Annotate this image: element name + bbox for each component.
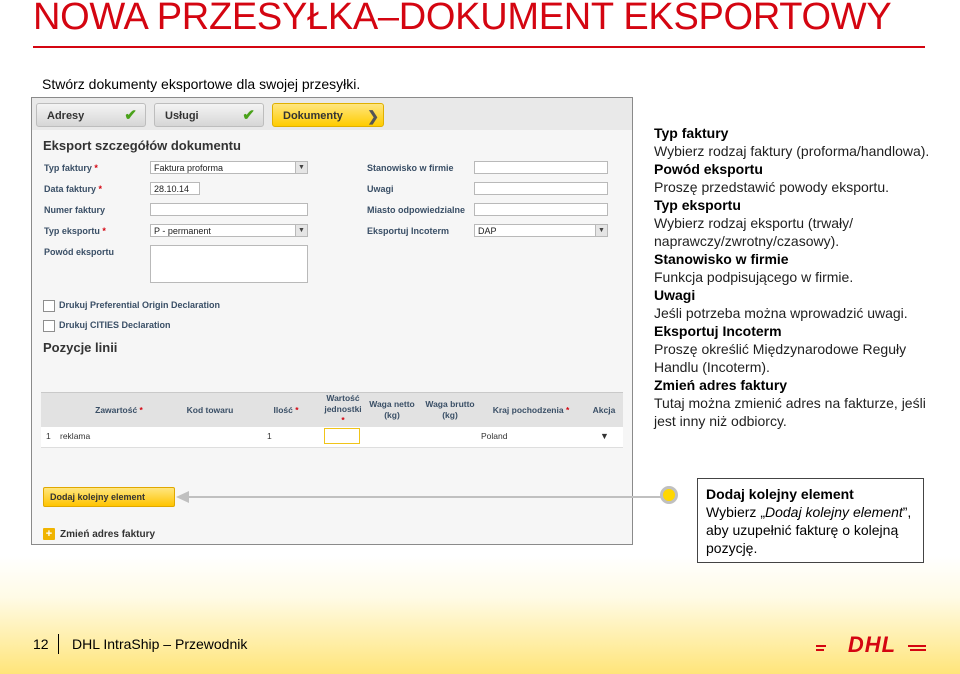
col-header-country: Kraj pochodzenia *: [492, 405, 570, 415]
cities-declaration-checkbox[interactable]: [43, 320, 55, 332]
callout-arrow-icon: [176, 491, 189, 503]
field-label-incoterm: Eksportuj Incoterm: [367, 226, 450, 236]
tab-label: Usługi: [165, 110, 199, 122]
desc-term: Zmień adres faktury: [654, 377, 788, 393]
desc-text: Wybierz rodzaj eksportu (trwały/ naprawc…: [654, 215, 854, 249]
notes-field[interactable]: [474, 182, 608, 195]
invoice-number-field[interactable]: [150, 203, 308, 216]
plus-icon: +: [43, 528, 55, 540]
field-label-notes: Uwagi: [367, 184, 394, 194]
col-header-unit-value: Wartość jednostki *: [324, 393, 362, 425]
table-header: Zawartość * Kod towaru Ilość * Wartość j…: [41, 392, 623, 428]
chevron-down-icon: ▼: [295, 162, 307, 173]
col-header-code: Kod towaru: [186, 405, 234, 415]
checkbox-label: Drukuj Preferential Origin Declaration: [59, 300, 221, 310]
tab-dokumenty[interactable]: Dokumenty ❯: [272, 103, 384, 127]
wizard-tabs: Adresy ✔ Usługi ✔ Dokumenty ❯: [32, 98, 632, 130]
page-subtitle: Stwórz dokumenty eksportowe dla swojej p…: [42, 76, 361, 92]
desc-text: Proszę określić Międzynarodowe Reguły Ha…: [654, 341, 907, 375]
title-rule: [33, 46, 925, 48]
chevron-right-icon: ❯: [367, 108, 379, 124]
unit-value-input[interactable]: [324, 428, 360, 444]
table-row: 1 reklama 1 Poland ▼: [41, 427, 623, 448]
select-value: Faktura proforma: [154, 163, 224, 173]
callout-text-italic: Dodaj kolejny element: [765, 504, 903, 520]
page-title: NOWA PRZESYŁKA–DOKUMENT EKSPORTOWY: [33, 0, 892, 38]
tab-uslugi[interactable]: Usługi ✔: [154, 103, 264, 127]
city-field[interactable]: [474, 203, 608, 216]
desc-text: Funkcja podpisującego w firmie.: [654, 269, 854, 285]
desc-term: Eksportuj Incoterm: [654, 323, 782, 339]
tab-label: Adresy: [47, 110, 85, 122]
desc-text: Wybierz rodzaj faktury (proforma/handlow…: [654, 143, 930, 159]
row-number: 1: [46, 431, 51, 441]
invoice-date-field[interactable]: 28.10.14: [150, 182, 200, 195]
footer-text: DHL IntraShip – Przewodnik: [72, 636, 248, 652]
desc-term: Typ eksportu: [654, 197, 741, 213]
desc-term: Powód eksportu: [654, 161, 763, 177]
desc-text: Tutaj można zmienić adres na fakturze, j…: [654, 395, 926, 429]
field-label-city: Miasto odpowiedzialne: [367, 205, 466, 215]
lines-title: Pozycje linii: [43, 340, 118, 355]
section-title: Eksport szczegółów dokumentu: [43, 138, 241, 153]
desc-term: Typ faktury: [654, 125, 729, 141]
field-label-position: Stanowisko w firmie: [367, 163, 454, 173]
tab-adresy[interactable]: Adresy ✔: [36, 103, 146, 127]
callout-box: Dodaj kolejny element Wybierz „Dodaj kol…: [697, 478, 924, 563]
field-label-invoice-number: Numer faktury: [44, 205, 106, 215]
field-label-invoice-type: Typ faktury *: [44, 163, 98, 173]
export-type-select[interactable]: P - permanent ▼: [150, 224, 308, 237]
row-qty[interactable]: 1: [267, 431, 272, 441]
chevron-down-icon: ▼: [295, 225, 307, 236]
col-header-content: Zawartość *: [95, 405, 143, 415]
check-icon: ✔: [124, 107, 137, 124]
add-item-button[interactable]: Dodaj kolejny element: [43, 487, 175, 507]
desc-term: Stanowisko w firmie: [654, 251, 789, 267]
app-screenshot: Adresy ✔ Usługi ✔ Dokumenty ❯ Eksport sz…: [31, 97, 633, 545]
field-label-export-reason: Powód eksportu: [44, 247, 115, 257]
position-field[interactable]: [474, 161, 608, 174]
field-label-invoice-date: Data faktury *: [44, 184, 103, 194]
incoterm-select[interactable]: DAP ▼: [474, 224, 608, 237]
col-header-net-weight: Waga netto (kg): [369, 399, 415, 420]
form-panel: Eksport szczegółów dokumentu Typ faktury…: [32, 130, 632, 544]
preferential-origin-checkbox[interactable]: [43, 300, 55, 312]
field-label-export-type: Typ eksportu *: [44, 226, 106, 236]
callout-dot-icon: [660, 486, 678, 504]
change-invoice-address-link[interactable]: + Zmień adres faktury: [43, 528, 155, 540]
callout-title: Dodaj kolejny element: [706, 486, 854, 502]
desc-term: Uwagi: [654, 287, 696, 303]
page-number: 12: [33, 636, 49, 652]
invoice-type-select[interactable]: Faktura proforma ▼: [150, 161, 308, 174]
check-icon: ✔: [242, 107, 255, 124]
col-header-gross-weight: Waga brutto (kg): [425, 399, 475, 420]
row-content[interactable]: reklama: [60, 431, 90, 441]
callout-text-before: Wybierz „: [706, 504, 765, 520]
callout-line: [188, 496, 670, 498]
select-value: P - permanent: [154, 226, 211, 236]
row-country[interactable]: Poland: [481, 431, 507, 441]
field-descriptions: Typ faktury Wybierz rodzaj faktury (prof…: [654, 124, 944, 430]
chevron-down-icon: ▼: [595, 225, 607, 236]
col-header-qty: Ilość *: [273, 405, 299, 415]
field-value: 28.10.14: [154, 184, 190, 194]
tab-label: Dokumenty: [283, 110, 343, 122]
desc-text: Jeśli potrzeba można wprowadzić uwagi.: [654, 305, 908, 321]
col-header-action: Akcja: [592, 405, 616, 415]
export-reason-textarea[interactable]: [150, 245, 308, 283]
checkbox-label: Drukuj CITIES Declaration: [59, 320, 171, 330]
footer-band: [0, 556, 960, 674]
action-dropdown-icon[interactable]: ▼: [600, 431, 609, 441]
svg-text:DHL: DHL: [848, 632, 896, 655]
dhl-logo: DHL: [816, 632, 926, 655]
change-address-label: Zmień adres faktury: [60, 529, 156, 540]
footer-separator: [58, 634, 59, 654]
desc-text: Proszę przedstawić powody eksportu.: [654, 179, 889, 195]
select-value: DAP: [478, 226, 497, 236]
